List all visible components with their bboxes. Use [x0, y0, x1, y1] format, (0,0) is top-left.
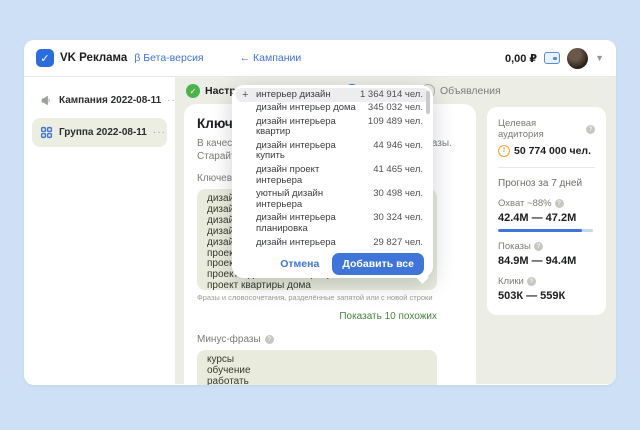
suggestion-label: дизайн интерьера купить	[256, 139, 336, 162]
show-similar-link[interactable]: Показать 10 похожих	[339, 311, 437, 322]
sidebar-item-group[interactable]: Группа 2022-08-11 ···	[32, 118, 167, 147]
audience-label: Целевая аудитория	[498, 118, 544, 140]
reach-value: 42.4М — 47.2М	[498, 212, 577, 224]
help-icon[interactable]: ?	[554, 199, 564, 208]
field-label-text: Минус-фразы	[197, 334, 261, 345]
audience-value-row: ! 50 774 000 чел.	[498, 145, 595, 157]
forecast-panel: Целевая аудитория ? ! 50 774 000 чел. Пр…	[487, 107, 606, 315]
suggestion-count: 41 465 чел.	[373, 164, 423, 176]
reach-bar	[498, 229, 593, 232]
similar-row: Показать 10 похожих	[197, 306, 437, 324]
vk-ads-page: { "topbar": { "brand": "VK Реклама", "lo…	[0, 0, 640, 430]
plus-icon: +	[242, 89, 249, 101]
keyword-suggestions-popup: + интерьер дизайн 1 364 914 чел. дизайн …	[232, 85, 433, 284]
vk-ads-logo-icon: ✓	[36, 49, 54, 67]
topbar: ✓ VK Реклама β Бета-версия ← Кампании 0,…	[24, 40, 616, 77]
keywords-hint: Фразы и словосочетания, разделённые запя…	[197, 293, 433, 302]
suggestion-count: 345 032 чел.	[367, 102, 423, 114]
shows-value: 84.9М — 94.4М	[498, 255, 577, 267]
beta-badge: β Бета-версия	[134, 52, 204, 64]
suggestion-row[interactable]: дизайн интерьер дома 345 032 чел.	[236, 102, 429, 116]
divider	[498, 167, 595, 168]
megaphone-icon	[40, 94, 53, 107]
sidebar-item-label: Группа 2022-08-11	[59, 127, 147, 138]
suggestion-row[interactable]: дизайн интерьера квартир 109 489 чел.	[236, 115, 429, 139]
wallet-icon[interactable]	[544, 52, 561, 64]
sidebar: Кампания 2022-08-11 ··· Группа 2022-08-1…	[24, 77, 179, 384]
suggestion-count: 30 324 чел.	[373, 212, 423, 224]
topbar-right: 0,00 ₽ ▼	[504, 47, 604, 69]
suggestion-label: дизайн интерьера планировка	[256, 212, 336, 235]
check-icon: ✓	[186, 84, 200, 98]
suggestion-label: дизайн проект интерьера	[256, 164, 320, 186]
grid-icon	[40, 126, 53, 139]
suggestion-count: 30 498 чел.	[373, 188, 423, 200]
suggestion-label: дизайн интерьер дома	[256, 102, 356, 114]
balance-amount: 0,00 ₽	[504, 52, 538, 65]
metric-shows: Показы ? 84.9М — 94.4М	[498, 241, 595, 267]
forecast-title: Прогноз за 7 дней	[498, 178, 583, 189]
help-icon[interactable]: ?	[533, 242, 543, 251]
minus-field-label: Минус-фразы ?	[197, 334, 463, 345]
audience-label-row: Целевая аудитория ?	[498, 118, 595, 140]
clicks-value: 503К — 559К	[498, 290, 566, 302]
reach-label: Охват ~88%	[498, 198, 552, 209]
minus-phrases-textarea[interactable]: курсы обучение работать бесплатный	[197, 350, 437, 385]
suggestion-row[interactable]: дизайн проект интерьера 41 465 чел.	[236, 164, 429, 188]
suggestion-count: 109 489 чел.	[367, 115, 423, 127]
back-to-campaigns-link[interactable]: ← Кампании	[240, 52, 302, 64]
metric-clicks: Клики ? 503К — 559К	[498, 276, 595, 302]
minus-line: работать	[207, 375, 249, 385]
keyword-suggestions-list: + интерьер дизайн 1 364 914 чел. дизайн …	[232, 85, 433, 249]
metric-reach: Охват ~88% ? 42.4М — 47.2М	[498, 198, 595, 232]
popup-scrollbar[interactable]	[426, 91, 430, 114]
clicks-label: Клики	[498, 276, 524, 287]
shows-label: Показы	[498, 241, 531, 252]
suggestion-label: интерьер дизайн	[256, 88, 331, 100]
cancel-button[interactable]: Отмена	[280, 258, 319, 270]
chevron-down-icon[interactable]: ▼	[595, 53, 604, 63]
suggestion-row[interactable]: дизайн интерьера купить 44 946 чел.	[236, 139, 429, 163]
suggestion-row[interactable]: дизайн интерьера магазина 29 827 чел.	[236, 236, 429, 249]
keyword-line: проект квартиры дома	[207, 280, 311, 290]
suggestion-row[interactable]: дизайн интерьера планировка 30 324 чел.	[236, 212, 429, 236]
help-icon[interactable]: ?	[586, 124, 595, 134]
avatar[interactable]	[567, 47, 589, 69]
suggestion-label: дизайн интерьера магазина	[256, 236, 336, 249]
suggestion-count: 1 364 914 чел.	[359, 88, 423, 100]
help-icon[interactable]: ?	[264, 335, 274, 344]
sidebar-item-campaign[interactable]: Кампания 2022-08-11 ···	[32, 86, 179, 115]
audience-value: 50 774 000 чел.	[514, 145, 591, 157]
suggestion-count: 44 946 чел.	[373, 139, 423, 151]
step-label: Объявления	[440, 85, 501, 97]
group-more-icon[interactable]: ···	[153, 127, 166, 138]
reach-bar-fill	[498, 229, 582, 232]
warning-icon: !	[498, 145, 510, 157]
sidebar-item-label: Кампания 2022-08-11	[59, 95, 162, 106]
add-all-button[interactable]: Добавить все	[332, 252, 424, 275]
suggestion-row[interactable]: + интерьер дизайн 1 364 914 чел.	[236, 88, 429, 102]
suggestion-label: дизайн интерьера квартир	[256, 115, 336, 138]
suggestion-label: уютный дизайн интерьера	[256, 188, 324, 210]
suggestion-count: 29 827 чел.	[373, 236, 423, 248]
popup-footer: Отмена Добавить все	[232, 249, 433, 278]
help-icon[interactable]: ?	[526, 277, 536, 286]
suggestion-row[interactable]: уютный дизайн интерьера 30 498 чел.	[236, 188, 429, 212]
brand-title: VK Реклама	[60, 52, 128, 64]
